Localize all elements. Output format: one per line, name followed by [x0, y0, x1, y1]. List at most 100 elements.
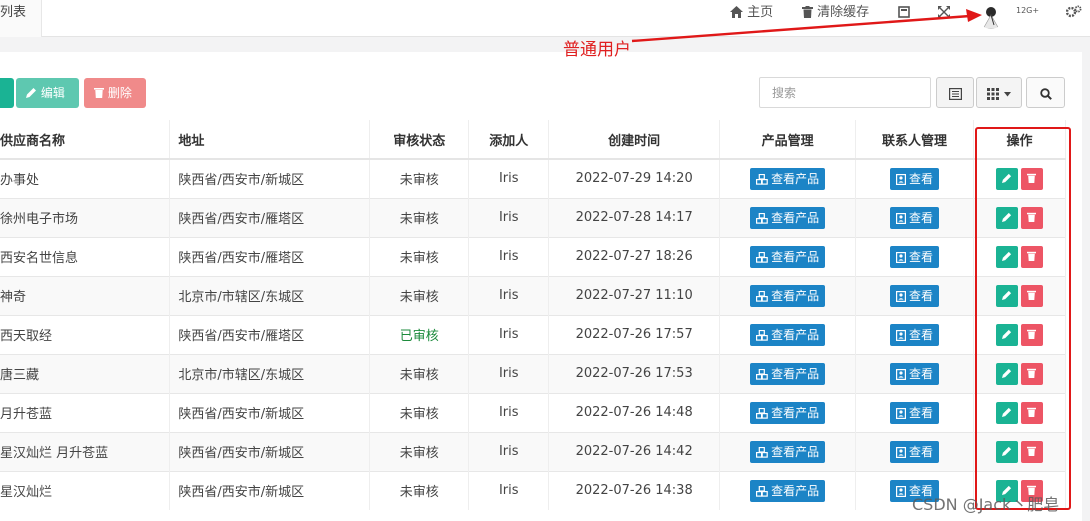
cell-address: 陕西省/西安市/新城区 — [169, 158, 371, 198]
view-products-label: 查看产品 — [771, 483, 820, 498]
trash-icon — [802, 6, 813, 18]
col-audit-status[interactable]: 审核状态 — [369, 120, 470, 160]
row-edit-button[interactable] — [995, 167, 1018, 190]
view-contacts-button[interactable]: 查看 — [890, 440, 940, 463]
col-address[interactable]: 地址 — [169, 120, 371, 160]
row-delete-button[interactable] — [1020, 284, 1043, 307]
clear-cache-link[interactable]: 清除缓存 — [802, 0, 869, 25]
pencil-icon — [1001, 251, 1012, 261]
cell-supplier-name: 西安名世信息 — [0, 236, 171, 276]
table-row[interactable]: 月升苍蓝 陕西省/西安市/新城区 未审核 Iris 2022-07-26 14:48 查看… — [0, 392, 1067, 432]
address-book-icon — [896, 446, 907, 458]
table-row[interactable]: 星汉灿烂 陕西省/西安市/新城区 未审核 Iris 2022-07-26 14:38 查看… — [0, 470, 1067, 510]
cell-product-manage: 查看产品 — [719, 353, 857, 393]
table-row[interactable]: 西安名世信息 陕西省/西安市/雁塔区 未审核 Iris 2022-07-27 18:26… — [0, 236, 1067, 276]
col-create-time[interactable]: 创建时间 — [548, 120, 721, 160]
settings-button[interactable] — [1065, 0, 1082, 25]
view-products-button[interactable]: 查看产品 — [750, 401, 826, 424]
row-delete-button[interactable] — [1020, 401, 1043, 424]
col-adder[interactable]: 添加人 — [468, 120, 550, 160]
table-row[interactable]: 办事处 陕西省/西安市/新城区 未审核 Iris 2022-07-29 14:20 查看产… — [0, 158, 1067, 198]
view-products-button[interactable]: 查看产品 — [750, 440, 826, 463]
search-icon — [1039, 88, 1052, 100]
view-contacts-label: 查看 — [909, 327, 934, 342]
cell-audit-status: 已审核 — [369, 314, 470, 354]
fullscreen-button[interactable] — [938, 0, 950, 25]
view-products-button[interactable]: 查看产品 — [750, 323, 826, 346]
view-contacts-button[interactable]: 查看 — [890, 167, 940, 190]
col-product-manage[interactable]: 产品管理 — [719, 120, 857, 160]
cell-contact-manage: 查看 — [855, 314, 974, 354]
view-contacts-button[interactable]: 查看 — [890, 401, 940, 424]
home-link[interactable]: 主页 — [730, 0, 773, 25]
table-header-row: 供应商名称 地址 审核状态 添加人 创建时间 产品管理 联系人管理 操作 — [0, 120, 1067, 160]
table-row[interactable]: 神奇 北京市/市辖区/东城区 未审核 Iris 2022-07-27 11:10 查看产品… — [0, 275, 1067, 315]
view-contacts-button[interactable]: 查看 — [890, 245, 940, 268]
view-products-label: 查看产品 — [771, 210, 820, 225]
row-edit-button[interactable] — [995, 206, 1018, 229]
row-delete-button[interactable] — [1020, 245, 1043, 268]
address-book-icon — [896, 251, 907, 263]
cell-address: 陕西省/西安市/雁塔区 — [169, 314, 371, 354]
search-input[interactable] — [759, 77, 931, 108]
cell-product-manage: 查看产品 — [719, 158, 857, 198]
cubes-icon — [756, 212, 768, 224]
edit-button[interactable]: 编辑 — [16, 78, 79, 108]
cell-adder: Iris — [468, 158, 550, 198]
row-delete-button[interactable] — [1020, 206, 1043, 229]
view-contacts-label: 查看 — [909, 210, 934, 225]
view-contacts-button[interactable]: 查看 — [890, 323, 940, 346]
cubes-icon — [756, 251, 768, 263]
row-edit-button[interactable] — [995, 401, 1018, 424]
cell-contact-manage: 查看 — [855, 197, 974, 237]
view-products-button[interactable]: 查看产品 — [750, 167, 826, 190]
row-delete-button[interactable] — [1020, 167, 1043, 190]
top-bar: 列表 主页 清除缓存 12G+ — [0, 0, 1090, 37]
delete-button[interactable]: 删除 — [84, 78, 146, 108]
view-contacts-button[interactable]: 查看 — [890, 284, 940, 307]
view-products-button[interactable]: 查看产品 — [750, 206, 826, 229]
view-contacts-button[interactable]: 查看 — [890, 206, 940, 229]
col-supplier-name[interactable]: 供应商名称 — [0, 120, 171, 160]
view-products-label: 查看产品 — [771, 405, 820, 420]
row-edit-button[interactable] — [995, 284, 1018, 307]
row-edit-button[interactable] — [995, 362, 1018, 385]
caret-down-icon — [1004, 92, 1012, 97]
row-edit-button[interactable] — [995, 440, 1018, 463]
user-avatar[interactable] — [978, 3, 1004, 29]
address-book-icon — [896, 485, 907, 497]
view-products-button[interactable]: 查看产品 — [750, 245, 826, 268]
row-delete-button[interactable] — [1020, 323, 1043, 346]
search-button[interactable] — [1026, 77, 1065, 108]
view-products-button[interactable]: 查看产品 — [750, 479, 826, 502]
view-products-button[interactable]: 查看产品 — [750, 362, 826, 385]
trash-icon — [1027, 407, 1037, 417]
view-products-button[interactable]: 查看产品 — [750, 284, 826, 307]
columns-dropdown[interactable] — [976, 77, 1022, 108]
view-products-label: 查看产品 — [771, 288, 820, 303]
table-row[interactable]: 西天取经 陕西省/西安市/雁塔区 已审核 Iris 2022-07-26 17:57 查看… — [0, 314, 1067, 354]
cell-adder: Iris — [468, 470, 550, 510]
table-row[interactable]: 星汉灿烂 月升苍蓝 陕西省/西安市/新城区 未审核 Iris 2022-07-26 14… — [0, 431, 1067, 471]
row-delete-button[interactable] — [1020, 440, 1043, 463]
row-edit-button[interactable] — [995, 245, 1018, 268]
view-contacts-button[interactable]: 查看 — [890, 362, 940, 385]
cell-audit-status: 未审核 — [369, 275, 470, 315]
page-tab[interactable]: 列表 — [0, 0, 42, 37]
table-row[interactable]: 徐州电子市场 陕西省/西安市/雁塔区 未审核 Iris 2022-07-28 14:17… — [0, 197, 1067, 237]
row-edit-button[interactable] — [995, 323, 1018, 346]
toggle-view-button[interactable] — [936, 77, 974, 108]
table-row[interactable]: 唐三藏 北京市/市辖区/东城区 未审核 Iris 2022-07-26 17:53 查看产… — [0, 353, 1067, 393]
table-body: 办事处 陕西省/西安市/新城区 未审核 Iris 2022-07-29 14:20 查看产… — [0, 158, 1067, 510]
cubes-icon — [756, 290, 768, 302]
cell-adder: Iris — [468, 392, 550, 432]
add-button[interactable] — [0, 78, 14, 108]
lock-screen-button[interactable] — [898, 0, 910, 25]
cell-supplier-name: 月升苍蓝 — [0, 392, 171, 432]
col-contact-manage[interactable]: 联系人管理 — [855, 120, 974, 160]
cell-contact-manage: 查看 — [855, 236, 974, 276]
pencil-icon — [1001, 212, 1012, 222]
row-delete-button[interactable] — [1020, 362, 1043, 385]
view-contacts-label: 查看 — [909, 171, 934, 186]
cell-adder: Iris — [468, 431, 550, 471]
